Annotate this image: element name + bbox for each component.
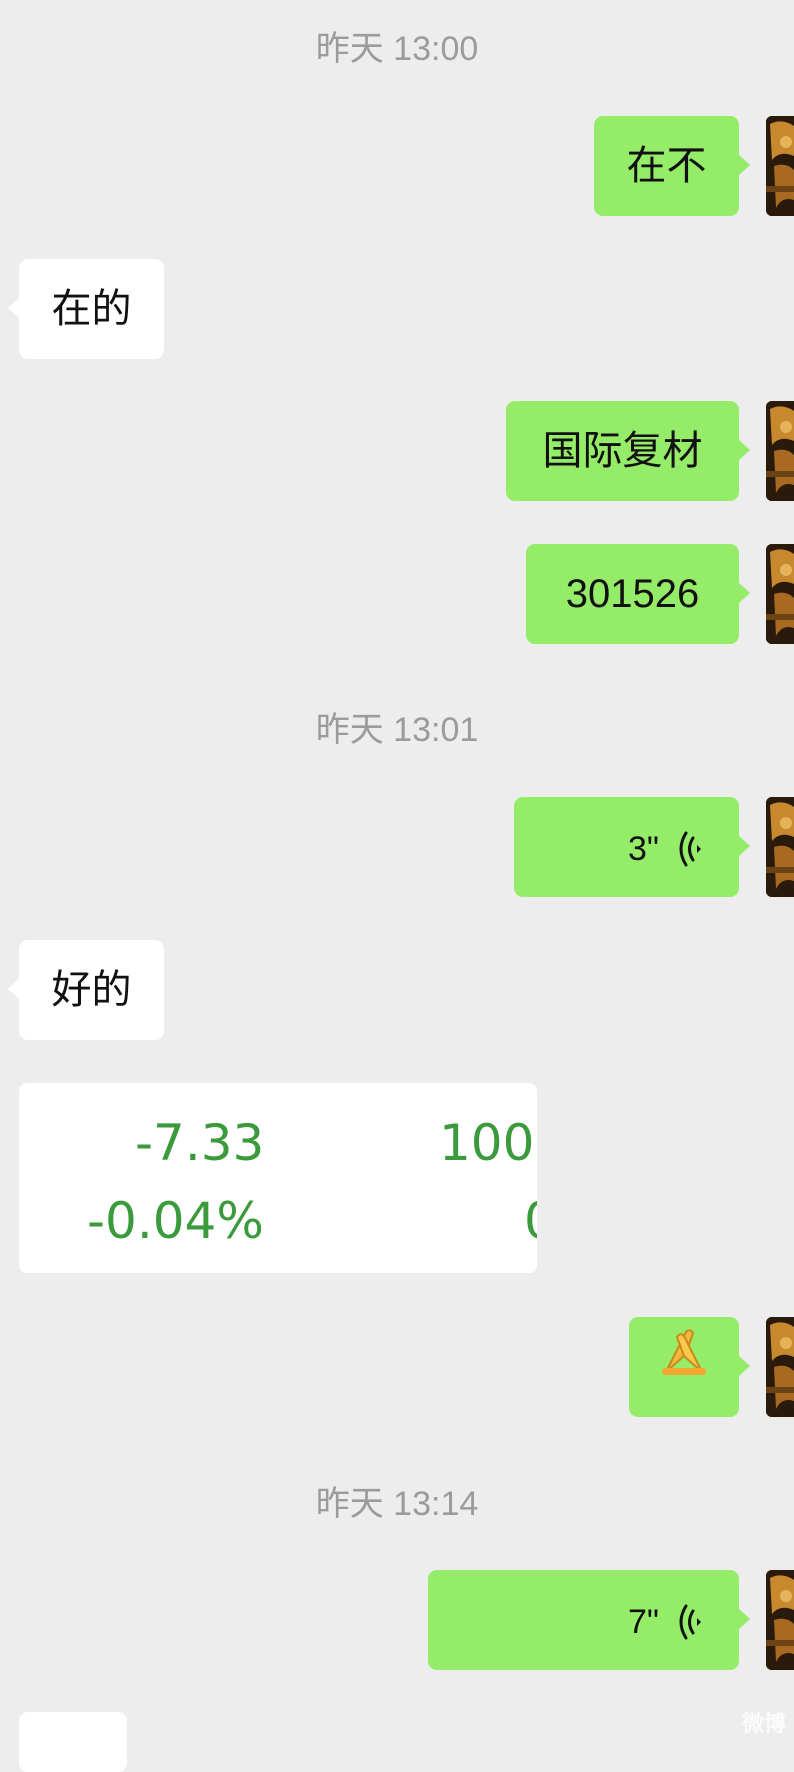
image-message[interactable]: -7.33 1000 -0.04% 0	[19, 1083, 537, 1273]
voice-duration: 3"	[628, 830, 659, 869]
message-row-outgoing: 国际复材	[0, 401, 794, 501]
message-row-outgoing: 301526	[0, 544, 794, 644]
avatar[interactable]	[766, 797, 794, 897]
message-text: 在不	[626, 144, 707, 188]
timestamp: 昨天 13:14	[315, 1485, 479, 1523]
message-text: 301526	[565, 572, 700, 616]
voice-duration: 7"	[628, 1603, 659, 1642]
message-row-incoming: 好的	[0, 940, 794, 1040]
message-text: 好的	[51, 968, 132, 1012]
timestamp: 昨天 13:01	[315, 711, 479, 749]
watermark: 微博	[741, 1711, 786, 1736]
timestamp: 昨天 13:00	[315, 30, 479, 68]
message-text: 国际复材	[542, 429, 703, 473]
avatar[interactable]	[766, 116, 794, 216]
avatar[interactable]	[766, 1570, 794, 1670]
message-row-outgoing: 在不	[0, 116, 794, 216]
voice-message-bubble[interactable]: 7"	[428, 1570, 750, 1670]
avatar[interactable]	[766, 1317, 794, 1417]
message-row-outgoing: 7"	[0, 1570, 794, 1670]
avatar[interactable]	[766, 401, 794, 501]
message-row-incoming: 在的	[0, 259, 794, 359]
voice-icon	[679, 1602, 709, 1642]
folded-hands-icon	[656, 1317, 712, 1417]
message-bubble[interactable]: 在不	[594, 116, 750, 216]
message-bubble[interactable]: 在的	[8, 259, 164, 359]
message-bubble-partial[interactable]	[19, 1712, 127, 1772]
message-bubble[interactable]: 好的	[8, 940, 164, 1040]
sticker-bubble[interactable]	[629, 1317, 750, 1417]
message-row-outgoing	[0, 1317, 794, 1417]
stock-change-percent: -0.04%	[87, 1192, 264, 1250]
message-bubble[interactable]: 301526	[526, 544, 750, 644]
message-row-outgoing: 3"	[0, 797, 794, 897]
stock-change-value: -7.33	[135, 1114, 265, 1172]
voice-icon	[679, 829, 709, 869]
avatar[interactable]	[766, 544, 794, 644]
stock-volume-value: 1000	[439, 1114, 537, 1172]
voice-message-bubble[interactable]: 3"	[514, 797, 750, 897]
message-text: 在的	[51, 287, 132, 331]
stock-secondary-value: 0	[524, 1191, 537, 1251]
message-bubble[interactable]: 国际复材	[506, 401, 750, 501]
